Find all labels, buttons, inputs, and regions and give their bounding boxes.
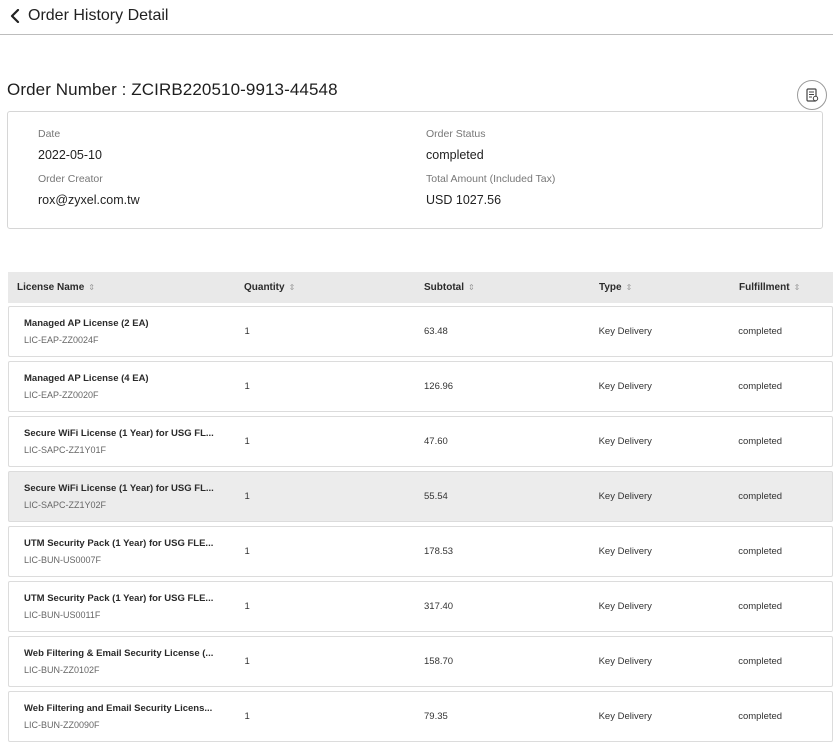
license-code: LIC-EAP-ZZ0024F bbox=[24, 335, 99, 345]
type-cell: Key Delivery bbox=[598, 656, 652, 667]
table-header: License Name ⇕ Quantity ⇕ Subtotal ⇕ Typ… bbox=[8, 272, 833, 303]
back-button[interactable]: Order History Detail bbox=[9, 7, 168, 25]
license-name: Secure WiFi License (1 Year) for USG FL.… bbox=[24, 483, 214, 494]
table-row[interactable]: Web Filtering and Email Security Licens.… bbox=[8, 691, 833, 742]
quantity-cell: 1 bbox=[244, 436, 250, 447]
license-name: UTM Security Pack (1 Year) for USG FLE..… bbox=[24, 538, 214, 549]
info-column-left: Date 2022-05-10 Order Creator rox@zyxel.… bbox=[38, 128, 140, 209]
quantity-cell: 1 bbox=[244, 601, 250, 612]
license-name: Secure WiFi License (1 Year) for USG FL.… bbox=[24, 428, 214, 439]
table-row[interactable]: Managed AP License (4 EA) LIC-EAP-ZZ0020F… bbox=[8, 361, 833, 412]
subtotal-cell: 63.48 bbox=[424, 326, 448, 337]
sort-icon: ⇕ bbox=[625, 283, 633, 292]
fulfillment-cell: completed bbox=[738, 546, 783, 557]
creator-value: rox@zyxel.com.tw bbox=[38, 193, 140, 207]
total-label: Total Amount (Included Tax) bbox=[426, 173, 556, 185]
column-header-type[interactable]: Type ⇕ bbox=[599, 282, 739, 293]
fulfillment-cell: completed bbox=[738, 601, 783, 612]
receipt-button[interactable] bbox=[797, 80, 827, 110]
fulfillment-cell: completed bbox=[738, 436, 783, 447]
subtotal-cell: 178.53 bbox=[424, 546, 454, 557]
type-cell: Key Delivery bbox=[598, 546, 652, 557]
license-table: License Name ⇕ Quantity ⇕ Subtotal ⇕ Typ… bbox=[8, 272, 833, 746]
license-name: Web Filtering & Email Security License (… bbox=[24, 648, 214, 659]
quantity-cell: 1 bbox=[244, 381, 250, 392]
order-info-panel: Date 2022-05-10 Order Creator rox@zyxel.… bbox=[7, 111, 823, 229]
license-name: Web Filtering and Email Security Licens.… bbox=[24, 703, 213, 714]
fulfillment-cell: completed bbox=[738, 381, 783, 392]
fulfillment-cell: completed bbox=[738, 491, 783, 502]
status-value: completed bbox=[426, 148, 484, 162]
sort-icon: ⇕ bbox=[793, 283, 801, 292]
type-cell: Key Delivery bbox=[598, 601, 652, 612]
sort-icon: ⇕ bbox=[288, 283, 296, 292]
license-name: Managed AP License (4 EA) bbox=[24, 373, 149, 384]
order-number: Order Number : ZCIRB220510-9913-44548 bbox=[7, 80, 338, 99]
quantity-cell: 1 bbox=[244, 656, 250, 667]
table-row[interactable]: Managed AP License (2 EA) LIC-EAP-ZZ0024F… bbox=[8, 306, 833, 357]
date-value: 2022-05-10 bbox=[38, 148, 102, 162]
fulfillment-cell: completed bbox=[738, 656, 783, 667]
quantity-cell: 1 bbox=[244, 711, 250, 722]
subtotal-cell: 158.70 bbox=[424, 656, 454, 667]
table-row[interactable]: Web Filtering & Email Security License (… bbox=[8, 636, 833, 687]
subtotal-cell: 126.96 bbox=[424, 381, 454, 392]
chevron-left-icon bbox=[10, 9, 20, 23]
fulfillment-cell: completed bbox=[738, 326, 783, 337]
date-label: Date bbox=[38, 128, 61, 140]
license-code: LIC-BUN-ZZ0102F bbox=[24, 665, 100, 675]
license-code: LIC-BUN-US0011F bbox=[24, 610, 101, 620]
table-row[interactable]: UTM Security Pack (1 Year) for USG FLE..… bbox=[8, 581, 833, 632]
type-cell: Key Delivery bbox=[598, 381, 652, 392]
quantity-cell: 1 bbox=[244, 546, 250, 557]
subtotal-cell: 47.60 bbox=[424, 436, 448, 447]
license-name: UTM Security Pack (1 Year) for USG FLE..… bbox=[24, 593, 214, 604]
creator-label: Order Creator bbox=[38, 173, 103, 185]
sort-icon: ⇕ bbox=[468, 283, 475, 292]
page-header: Order History Detail bbox=[0, 0, 833, 35]
quantity-cell: 1 bbox=[244, 491, 250, 502]
type-cell: Key Delivery bbox=[598, 491, 652, 502]
info-column-right: Order Status completed Total Amount (Inc… bbox=[426, 128, 555, 209]
table-body: Managed AP License (2 EA) LIC-EAP-ZZ0024F… bbox=[8, 306, 833, 742]
column-header-license-name[interactable]: License Name ⇕ bbox=[8, 282, 244, 293]
license-code: LIC-BUN-US0007F bbox=[24, 555, 102, 565]
subtotal-cell: 55.54 bbox=[424, 491, 448, 502]
subtotal-cell: 317.40 bbox=[424, 601, 454, 612]
status-label: Order Status bbox=[426, 128, 486, 140]
type-cell: Key Delivery bbox=[598, 326, 652, 337]
receipt-icon bbox=[806, 88, 819, 102]
type-cell: Key Delivery bbox=[598, 711, 652, 722]
table-row[interactable]: UTM Security Pack (1 Year) for USG FLE..… bbox=[8, 526, 833, 577]
column-header-fulfillment[interactable]: Fulfillment ⇕ bbox=[739, 282, 833, 293]
license-name: Managed AP License (2 EA) bbox=[24, 318, 149, 329]
license-code: LIC-SAPC-ZZ1Y02F bbox=[24, 500, 107, 510]
table-row[interactable]: Secure WiFi License (1 Year) for USG FL.… bbox=[8, 416, 833, 467]
order-header: Order Number : ZCIRB220510-9913-44548 bbox=[7, 70, 827, 110]
column-header-quantity[interactable]: Quantity ⇕ bbox=[244, 282, 424, 293]
license-code: LIC-EAP-ZZ0020F bbox=[24, 390, 99, 400]
license-code: LIC-SAPC-ZZ1Y01F bbox=[24, 445, 107, 455]
page-title: Order History Detail bbox=[28, 7, 169, 24]
quantity-cell: 1 bbox=[244, 326, 250, 337]
table-row-hovered[interactable]: Secure WiFi License (1 Year) for USG FL.… bbox=[8, 471, 833, 522]
subtotal-cell: 79.35 bbox=[424, 711, 448, 722]
sort-icon: ⇕ bbox=[88, 283, 95, 292]
type-cell: Key Delivery bbox=[598, 436, 652, 447]
total-value: USD 1027.56 bbox=[426, 193, 502, 207]
column-header-subtotal[interactable]: Subtotal ⇕ bbox=[424, 282, 599, 293]
fulfillment-cell: completed bbox=[738, 711, 783, 722]
license-code: LIC-BUN-ZZ0090F bbox=[24, 720, 100, 730]
